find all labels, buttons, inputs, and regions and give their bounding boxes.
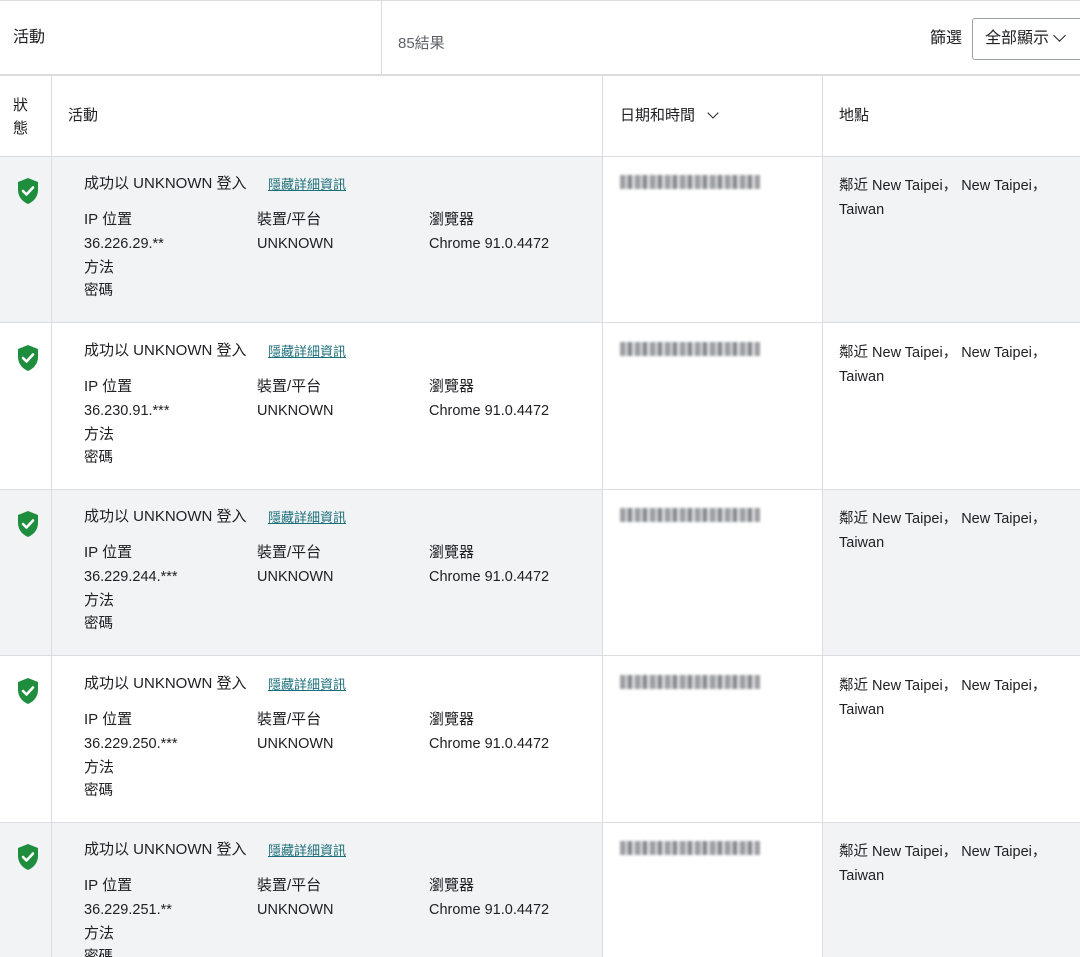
table-header: 狀態 活動 日期和時間 地點 bbox=[0, 76, 1080, 157]
activity-title: 成功以 UNKNOWN 登入 bbox=[84, 342, 247, 359]
table-row: 成功以 UNKNOWN 登入 隱藏詳細資訊 IP 位置 36.230.91.**… bbox=[0, 324, 1080, 490]
table-row: 成功以 UNKNOWN 登入 隱藏詳細資訊 IP 位置 36.229.251.*… bbox=[0, 823, 1080, 957]
browser-value: Chrome 91.0.4472 bbox=[429, 569, 550, 585]
device-label: 裝置/平台 bbox=[257, 544, 322, 561]
device-label: 裝置/平台 bbox=[257, 877, 322, 894]
browser-label: 瀏覽器 bbox=[429, 877, 475, 894]
redacted-datetime bbox=[620, 508, 760, 522]
hide-details-link[interactable]: 隱藏詳細資訊 bbox=[268, 676, 346, 694]
browser-value: Chrome 91.0.4472 bbox=[429, 902, 550, 918]
redacted-datetime bbox=[620, 675, 760, 689]
location-value: 鄰近 New Taipei， New Taipei， Taiwan bbox=[839, 678, 1047, 718]
device-value: UNKNOWN bbox=[257, 236, 334, 252]
sort-chevron-icon bbox=[707, 107, 719, 119]
table-row: 成功以 UNKNOWN 登入 隱藏詳細資訊 IP 位置 36.226.29.**… bbox=[0, 157, 1080, 323]
ip-value: 36.226.29.** bbox=[84, 236, 164, 252]
hide-details-link[interactable]: 隱藏詳細資訊 bbox=[268, 509, 346, 527]
column-header-location: 地點 bbox=[839, 107, 870, 124]
redacted-datetime bbox=[620, 342, 760, 356]
device-label: 裝置/平台 bbox=[257, 211, 322, 228]
activity-title: 成功以 UNKNOWN 登入 bbox=[84, 675, 247, 692]
chevron-down-icon bbox=[1053, 29, 1066, 42]
browser-label: 瀏覽器 bbox=[429, 378, 475, 395]
device-value: UNKNOWN bbox=[257, 736, 334, 752]
redacted-datetime bbox=[620, 841, 760, 855]
method-label: 方法 bbox=[84, 426, 115, 443]
result-count: 85結果 bbox=[398, 35, 445, 52]
device-value: UNKNOWN bbox=[257, 569, 334, 585]
location-value: 鄰近 New Taipei， New Taipei， Taiwan bbox=[839, 844, 1047, 884]
column-divider bbox=[51, 76, 52, 957]
hide-details-link[interactable]: 隱藏詳細資訊 bbox=[268, 176, 346, 194]
device-label: 裝置/平台 bbox=[257, 378, 322, 395]
shield-check-icon bbox=[18, 345, 38, 371]
column-header-datetime[interactable]: 日期和時間 bbox=[620, 76, 719, 156]
ip-value: 36.229.251.** bbox=[84, 902, 172, 918]
activity-header-bar: 活動 85結果 篩選 全部顯示 bbox=[0, 0, 1080, 76]
filter-selected-value: 全部顯示 bbox=[985, 30, 1050, 47]
column-header-datetime-label: 日期和時間 bbox=[620, 107, 696, 124]
activity-title: 成功以 UNKNOWN 登入 bbox=[84, 841, 247, 858]
browser-value: Chrome 91.0.4472 bbox=[429, 403, 550, 419]
column-header-status: 狀態 bbox=[13, 97, 29, 137]
method-value: 密碼 bbox=[84, 616, 113, 632]
activity-title: 成功以 UNKNOWN 登入 bbox=[84, 175, 247, 192]
device-value: UNKNOWN bbox=[257, 902, 334, 918]
shield-check-icon bbox=[18, 511, 38, 537]
browser-value: Chrome 91.0.4472 bbox=[429, 236, 550, 252]
ip-value: 36.229.250.*** bbox=[84, 736, 178, 752]
shield-check-icon bbox=[18, 844, 38, 870]
hide-details-link[interactable]: 隱藏詳細資訊 bbox=[268, 842, 346, 860]
method-label: 方法 bbox=[84, 592, 115, 609]
location-value: 鄰近 New Taipei， New Taipei， Taiwan bbox=[839, 511, 1047, 551]
filter-label: 篩選 bbox=[930, 30, 963, 47]
ip-label: IP 位置 bbox=[84, 877, 133, 894]
redacted-datetime bbox=[620, 175, 760, 189]
browser-value: Chrome 91.0.4472 bbox=[429, 736, 550, 752]
shield-check-icon bbox=[18, 678, 38, 704]
device-value: UNKNOWN bbox=[257, 403, 334, 419]
page-title: 活動 bbox=[13, 29, 46, 46]
activity-title: 成功以 UNKNOWN 登入 bbox=[84, 508, 247, 525]
column-divider bbox=[602, 76, 603, 957]
device-label: 裝置/平台 bbox=[257, 711, 322, 728]
location-value: 鄰近 New Taipei， New Taipei， Taiwan bbox=[839, 345, 1047, 385]
location-value: 鄰近 New Taipei， New Taipei， Taiwan bbox=[839, 178, 1047, 218]
browser-label: 瀏覽器 bbox=[429, 211, 475, 228]
method-value: 密碼 bbox=[84, 949, 113, 957]
browser-label: 瀏覽器 bbox=[429, 544, 475, 561]
method-value: 密碼 bbox=[84, 783, 113, 799]
method-label: 方法 bbox=[84, 759, 115, 776]
header-divider bbox=[381, 1, 382, 75]
browser-label: 瀏覽器 bbox=[429, 711, 475, 728]
method-label: 方法 bbox=[84, 925, 115, 942]
shield-check-icon bbox=[18, 178, 38, 204]
table-row: 成功以 UNKNOWN 登入 隱藏詳細資訊 IP 位置 36.229.244.*… bbox=[0, 490, 1080, 656]
method-value: 密碼 bbox=[84, 283, 113, 299]
hide-details-link[interactable]: 隱藏詳細資訊 bbox=[268, 343, 346, 361]
method-label: 方法 bbox=[84, 259, 115, 276]
ip-label: IP 位置 bbox=[84, 711, 133, 728]
column-divider bbox=[822, 76, 823, 957]
method-value: 密碼 bbox=[84, 450, 113, 466]
table-row: 成功以 UNKNOWN 登入 隱藏詳細資訊 IP 位置 36.229.250.*… bbox=[0, 657, 1080, 823]
ip-value: 36.229.244.*** bbox=[84, 569, 178, 585]
ip-label: IP 位置 bbox=[84, 544, 133, 561]
filter-dropdown[interactable]: 全部顯示 bbox=[972, 18, 1080, 60]
activity-page: 活動 85結果 篩選 全部顯示 狀態 活動 日期和時間 地點 成功以 UNKNO… bbox=[0, 0, 1080, 957]
column-header-activity: 活動 bbox=[68, 107, 99, 124]
ip-value: 36.230.91.*** bbox=[84, 403, 170, 419]
ip-label: IP 位置 bbox=[84, 211, 133, 228]
ip-label: IP 位置 bbox=[84, 378, 133, 395]
